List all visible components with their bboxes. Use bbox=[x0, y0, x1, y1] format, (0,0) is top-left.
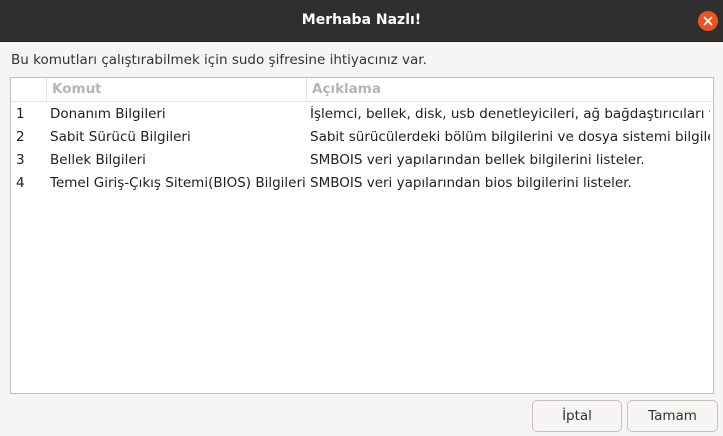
close-icon bbox=[703, 16, 713, 26]
row-description: İşlemci, bellek, disk, usb denetleyicile… bbox=[310, 106, 710, 122]
row-command: Bellek Bilgileri bbox=[50, 152, 146, 168]
row-command: Temel Giriş-Çıkış Sitemi(BIOS) Bilgileri bbox=[50, 175, 305, 191]
table-row[interactable]: 2 Sabit Sürücü Bilgileri Sabit sürücüler… bbox=[11, 126, 713, 149]
row-command: Donanım Bilgileri bbox=[50, 106, 166, 122]
row-description: Sabit sürücülerdeki bölüm bilgilerini ve… bbox=[310, 129, 710, 145]
window-title: Merhaba Nazlı! bbox=[301, 12, 422, 28]
cancel-button[interactable]: İptal bbox=[532, 400, 622, 432]
close-button[interactable] bbox=[698, 11, 718, 31]
row-number: 4 bbox=[16, 175, 25, 191]
column-separator bbox=[306, 78, 307, 101]
column-header-description[interactable]: Açıklama bbox=[312, 81, 381, 97]
row-command: Sabit Sürücü Bilgileri bbox=[50, 129, 191, 145]
title-bar: Merhaba Nazlı! bbox=[0, 0, 723, 42]
column-header-command[interactable]: Komut bbox=[52, 81, 102, 97]
table-header: Komut Açıklama bbox=[11, 78, 713, 102]
sudo-message: Bu komutları çalıştırabilmek için sudo ş… bbox=[11, 52, 427, 68]
commands-table: Komut Açıklama 1 Donanım Bilgileri İşlem… bbox=[10, 77, 714, 394]
ok-button[interactable]: Tamam bbox=[627, 400, 718, 432]
table-row[interactable]: 4 Temel Giriş-Çıkış Sitemi(BIOS) Bilgile… bbox=[11, 172, 713, 195]
table-row[interactable]: 3 Bellek Bilgileri SMBOIS veri yapıların… bbox=[11, 149, 713, 172]
column-separator bbox=[46, 78, 47, 101]
row-number: 1 bbox=[16, 106, 25, 122]
table-row[interactable]: 1 Donanım Bilgileri İşlemci, bellek, dis… bbox=[11, 103, 713, 126]
row-description: SMBOIS veri yapılarından bios bilgilerin… bbox=[310, 175, 632, 191]
row-number: 3 bbox=[16, 152, 25, 168]
row-number: 2 bbox=[16, 129, 25, 145]
row-description: SMBOIS veri yapılarından bellek bilgiler… bbox=[310, 152, 645, 168]
